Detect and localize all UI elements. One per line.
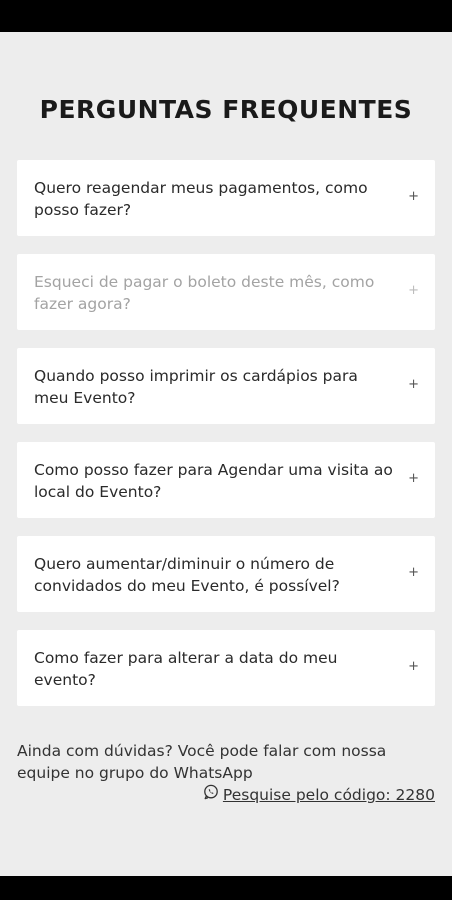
faq-question: Esqueci de pagar o boleto deste mês, com…	[34, 273, 375, 313]
faq-item[interactable]: Quero aumentar/diminuir o número de conv…	[17, 536, 435, 612]
faq-item[interactable]: Esqueci de pagar o boleto deste mês, com…	[17, 254, 435, 330]
expand-plus-icon[interactable]: +	[408, 283, 419, 299]
faq-question: Como fazer para alterar a data do meu ev…	[34, 649, 338, 689]
faq-question: Quando posso imprimir os cardápios para …	[34, 367, 358, 407]
faq-list: Quero reagendar meus pagamentos, como po…	[17, 160, 435, 724]
faq-question: Como posso fazer para Agendar uma visita…	[34, 461, 393, 501]
faq-item[interactable]: Como posso fazer para Agendar uma visita…	[17, 442, 435, 518]
faq-question: Quero reagendar meus pagamentos, como po…	[34, 179, 368, 219]
whatsapp-icon	[203, 784, 223, 806]
faq-item[interactable]: Como fazer para alterar a data do meu ev…	[17, 630, 435, 706]
expand-plus-icon[interactable]: +	[408, 377, 419, 393]
status-bar	[0, 0, 452, 32]
expand-plus-icon[interactable]: +	[408, 471, 419, 487]
whatsapp-code-label: Pesquise pelo código: 2280	[222, 786, 435, 804]
whatsapp-code-link[interactable]: Pesquise pelo código: 2280	[203, 784, 435, 806]
expand-plus-icon[interactable]: +	[408, 565, 419, 581]
help-text: Ainda com dúvidas? Você pode falar com n…	[17, 742, 387, 782]
faq-item[interactable]: Quando posso imprimir os cardápios para …	[17, 348, 435, 424]
page-title: PERGUNTAS FREQUENTES	[39, 95, 413, 124]
navigation-bar	[0, 876, 452, 900]
expand-plus-icon[interactable]: +	[408, 189, 419, 205]
expand-plus-icon[interactable]: +	[408, 659, 419, 675]
faq-item[interactable]: Quero reagendar meus pagamentos, como po…	[17, 160, 435, 236]
faq-question: Quero aumentar/diminuir o número de conv…	[34, 555, 340, 595]
